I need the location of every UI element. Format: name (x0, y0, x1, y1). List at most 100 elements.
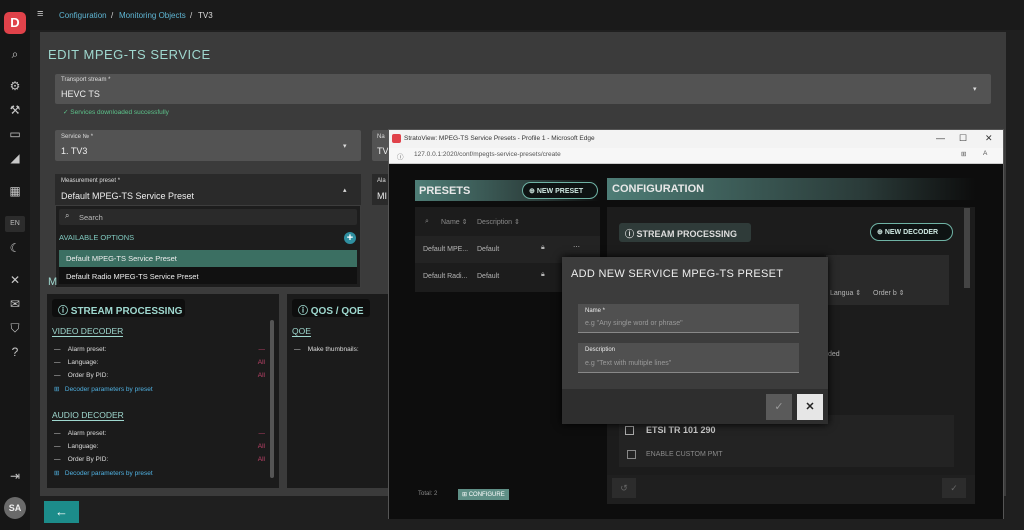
qos-header: ⓘ QOS / QOE (292, 299, 370, 317)
undo-button[interactable]: ↺ (612, 478, 636, 498)
search-placeholder: Search (79, 213, 103, 222)
button-label: NEW DECODER (884, 229, 939, 236)
minimize-button[interactable]: — (936, 133, 945, 143)
column-label: Name (441, 219, 460, 226)
chevron-down-icon: ▾ (343, 143, 347, 150)
search-icon[interactable]: ⌕ (7, 46, 23, 62)
breadcrumb-monitoring-objects[interactable]: Monitoring Objects (119, 11, 186, 20)
success-text: Services downloaded successfully (70, 109, 169, 116)
list-item: — Language: (54, 443, 99, 450)
chevron-up-icon: ▴ (343, 187, 347, 194)
dropdown-search-input[interactable] (59, 209, 357, 225)
column-header-language[interactable]: Langua ⇕ (830, 289, 861, 297)
shield-icon[interactable]: ⛉ (7, 320, 23, 336)
modal-title: ADD NEW SERVICE MPEG-TS PRESET (571, 268, 784, 280)
row-value: — (258, 430, 266, 437)
column-label: Description (477, 219, 513, 226)
total-count: Total: 2 (418, 491, 438, 497)
list-item: — Order By PID: (54, 456, 109, 463)
cancel-button[interactable]: ✕ (797, 394, 823, 420)
video-decoder-heading: VIDEO DECODER (52, 326, 124, 337)
transport-stream-value: HEVC TS (61, 89, 100, 99)
decoder-parameters-link[interactable]: ⊞ Decoder parameters by preset (54, 469, 153, 477)
column-header-order[interactable]: Order b ⇕ (873, 289, 905, 297)
configure-badge[interactable]: ⊞ CONFIGURE (458, 489, 509, 500)
scrollbar[interactable] (270, 320, 274, 478)
service-value: 1. TV3 (61, 146, 88, 156)
new-decoder-button[interactable]: ⊕ NEW DECODER (870, 223, 953, 241)
lock-icon: 🔒︎ (541, 244, 545, 251)
row-label: Make thumbnails: (307, 346, 359, 353)
row-label: Language: (67, 443, 99, 450)
link-text: Decoder parameters by preset (64, 470, 153, 477)
language-switch[interactable]: EN (5, 216, 25, 232)
mute-icon[interactable]: ✕ (7, 272, 23, 288)
row-value: All (257, 456, 265, 463)
row-label: Language: (67, 359, 99, 366)
etsi-checkbox[interactable] (625, 426, 634, 435)
add-option-icon[interactable]: + (344, 232, 356, 244)
info-icon[interactable]: ⓘ (397, 151, 404, 161)
grid-icon[interactable]: ▦ (7, 183, 23, 199)
monitor-icon[interactable]: ▭ (7, 126, 23, 142)
read-aloud-icon[interactable]: A (983, 150, 987, 157)
alarm-preset-value: MI (377, 191, 387, 201)
preset-description: Default (477, 273, 500, 280)
column-label: Langua (830, 290, 854, 297)
description-input-placeholder: e.g "Text with multiple lines" (585, 360, 672, 367)
app-available-icon[interactable]: ⊞ (961, 150, 966, 158)
back-button[interactable]: ← (44, 501, 79, 523)
badge-label: CONFIGURE (468, 492, 505, 498)
service-label: Service № * (61, 134, 94, 140)
configuration-title: CONFIGURATION (612, 183, 705, 195)
available-options-heading: AVAILABLE OPTIONS (59, 233, 135, 242)
name-input-placeholder: e.g "Any single word or phrase" (585, 320, 683, 327)
search-icon: ⌕ (65, 211, 70, 220)
scrollbar[interactable] (964, 208, 970, 288)
decoder-parameters-link[interactable]: ⊞ Decoder parameters by preset (54, 385, 153, 393)
breadcrumb-configuration[interactable]: Configuration (59, 11, 107, 20)
measurement-preset-value: Default MPEG-TS Service Preset (61, 191, 195, 201)
app-logo[interactable]: D (4, 12, 26, 34)
breadcrumb-separator: / (190, 11, 193, 20)
logout-icon[interactable]: ⇥ (7, 468, 23, 484)
moon-icon[interactable]: ☾ (7, 240, 23, 256)
avatar[interactable]: SA (4, 497, 26, 519)
column-header-description[interactable]: Description ⇕ (477, 218, 520, 226)
help-icon[interactable]: ? (7, 344, 23, 360)
menu-toggle-icon[interactable]: ≡ (37, 8, 43, 20)
card-title: QOS / QOE (310, 306, 364, 317)
app-favicon (392, 134, 401, 143)
service-select[interactable] (55, 130, 361, 161)
window-close-button[interactable]: ✕ (985, 133, 993, 144)
new-preset-button[interactable]: ⊕ NEW PRESET (522, 182, 598, 199)
success-message: ✓ Services downloaded successfully (63, 109, 169, 116)
custom-pmt-checkbox[interactable] (627, 450, 636, 459)
name-input[interactable] (578, 304, 799, 333)
name-label: Na (377, 134, 385, 140)
description-input-label: Description (585, 347, 616, 353)
row-label: Alarm preset: (67, 430, 107, 437)
option-label: Default Radio MPEG-TS Service Preset (66, 272, 199, 281)
lock-icon: 🔒︎ (541, 271, 545, 278)
save-button[interactable]: ✓ (942, 478, 966, 498)
more-options-icon[interactable]: ⋯ (573, 243, 580, 251)
window-title: StratoView: MPEG-TS Service Presets - Pr… (404, 135, 595, 142)
transport-stream-select[interactable] (55, 74, 991, 104)
qos-card (287, 294, 389, 488)
chevron-down-icon: ▾ (973, 86, 977, 93)
mail-off-icon[interactable]: ✉ (7, 296, 23, 312)
gear-icon[interactable]: ⚙ (7, 78, 23, 94)
card-title: STREAM PROCESSING (70, 306, 183, 317)
search-icon[interactable]: ⌕ (425, 218, 429, 226)
url-text[interactable]: 127.0.0.1:2020/conf/mpegts-service-prese… (414, 151, 561, 158)
measurement-preset-label: Measurement preset * (61, 178, 121, 184)
wrench-icon[interactable]: ⚒ (7, 102, 23, 118)
maximize-button[interactable]: ☐ (959, 133, 967, 144)
decoder-table-header (826, 255, 949, 305)
column-label: Order b (873, 290, 897, 297)
column-header-name[interactable]: Name ⇕ (441, 218, 468, 226)
confirm-button[interactable]: ✓ (766, 394, 792, 420)
button-label: NEW PRESET (536, 188, 584, 195)
chart-icon[interactable]: ◢ (7, 150, 23, 166)
